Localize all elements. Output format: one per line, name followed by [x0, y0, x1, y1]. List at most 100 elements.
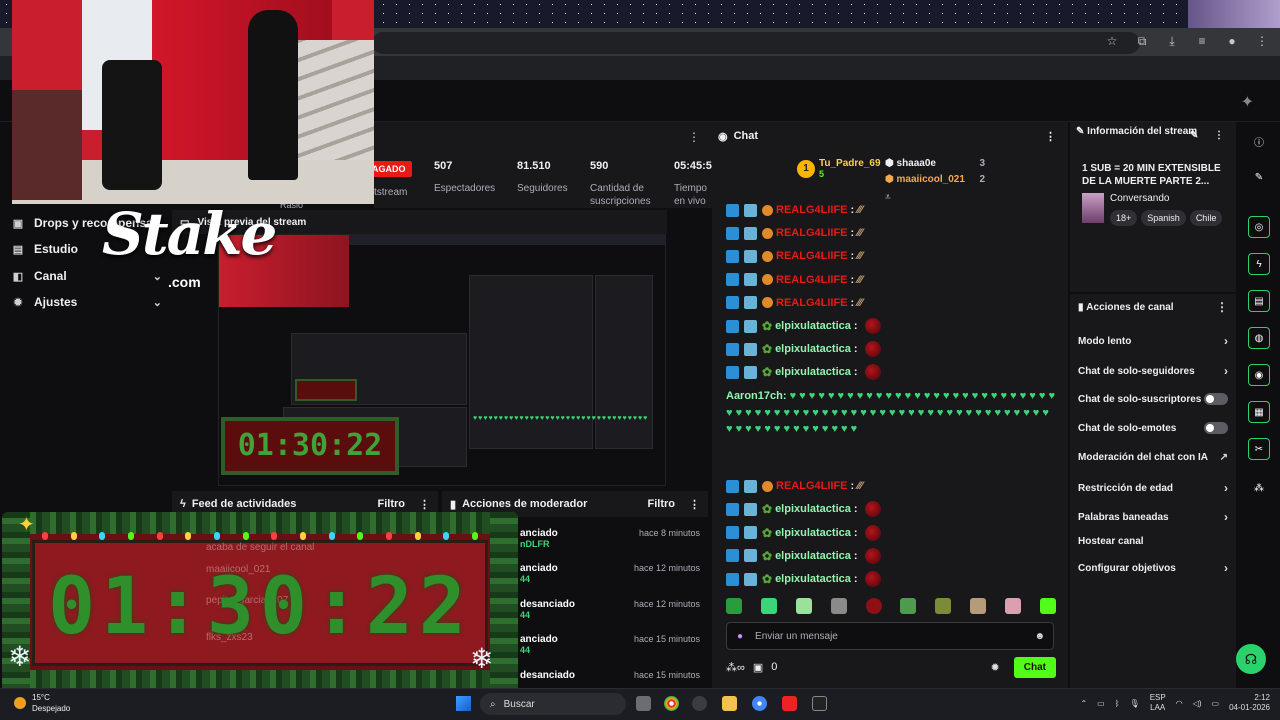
subs-only-toggle[interactable]	[1204, 393, 1228, 405]
action-banned-words[interactable]: Palabras baneadas ›	[1078, 510, 1228, 524]
emote-icon[interactable]	[900, 598, 917, 614]
chrome-profile-icon[interactable]	[752, 696, 767, 711]
leader-name[interactable]: shaaa0e	[897, 158, 936, 169]
chat-username[interactable]: elpixulatactica	[775, 366, 851, 378]
chat-send-button[interactable]: Chat	[1013, 656, 1056, 678]
chat-settings-icon[interactable]: ✹	[991, 661, 1000, 674]
extensions-icon[interactable]: ⧉	[1134, 34, 1150, 49]
tag[interactable]: Spanish	[1141, 210, 1186, 226]
taskbar-search[interactable]: ⌕ Buscar	[480, 693, 626, 715]
chat-username[interactable]: elpixulatactica	[775, 320, 851, 332]
chat-username[interactable]: elpixulatactica	[775, 343, 851, 355]
download-icon[interactable]: ⤓	[1164, 34, 1180, 49]
media-icon[interactable]: ≡	[1194, 34, 1210, 49]
mod-user[interactable]: 44	[520, 574, 700, 584]
leader-name[interactable]: Tu_Padre_69	[819, 158, 881, 169]
layout-icon[interactable]: ▦	[1248, 401, 1270, 423]
bluetooth-icon[interactable]: ᛒ	[1115, 699, 1120, 708]
more-icon[interactable]: ⋮	[1216, 300, 1228, 314]
chat-username[interactable]: REALG4LIIFE	[776, 250, 848, 262]
chat-username[interactable]: REALG4LIIFE	[776, 227, 848, 239]
mascot-icon[interactable]: ✦	[1241, 92, 1254, 112]
windows-start-icon[interactable]	[456, 696, 471, 711]
more-icon[interactable]: ⋮	[688, 130, 700, 144]
gift-icon[interactable]: ▣	[753, 661, 763, 674]
mod-user[interactable]: nDLFR	[520, 539, 700, 549]
network-icon[interactable]: ▭	[1097, 699, 1105, 708]
star-icon[interactable]: ☆	[1104, 34, 1120, 49]
emote-icon[interactable]	[970, 598, 987, 614]
camera-icon[interactable]: ◎	[1248, 216, 1270, 238]
menu-icon[interactable]: ⋮	[1254, 34, 1270, 49]
clipboard-icon[interactable]: ▤	[1248, 290, 1270, 312]
emote-icon[interactable]	[830, 598, 847, 614]
emote-icon[interactable]	[1005, 598, 1021, 614]
emote-icon[interactable]	[935, 598, 952, 614]
chat-username[interactable]: REALG4LIIFE	[776, 480, 848, 492]
stream-preview[interactable]: ♥♥♥♥♥♥♥♥♥♥♥♥♥♥♥♥♥♥♥♥♥♥♥♥♥♥♥♥♥♥♥♥♥♥ 01:30…	[218, 234, 666, 486]
nav-canal[interactable]: ◧ Canal ⌄	[12, 269, 162, 283]
points-icon[interactable]: ⁂∞	[726, 661, 745, 674]
chat-username[interactable]: Aaron17ch	[726, 390, 783, 402]
chat-bubble-icon[interactable]: ◍	[1248, 327, 1270, 349]
emote-icon[interactable]	[865, 598, 882, 614]
more-icon[interactable]: ⋮	[689, 498, 700, 511]
chat-username[interactable]: REALG4LIIFE	[776, 204, 848, 216]
emote-icon[interactable]	[760, 598, 777, 614]
mod-user[interactable]: 44	[520, 610, 700, 620]
weather-widget[interactable]: 15°C Despejado	[14, 692, 70, 714]
address-bar[interactable]	[372, 32, 1140, 54]
action-age-restriction[interactable]: Restricción de edad ›	[1078, 481, 1228, 495]
language-indicator[interactable]: ESP LAA	[1150, 693, 1166, 713]
chat-username[interactable]: elpixulatactica	[775, 503, 851, 515]
emotes-only-toggle[interactable]	[1204, 422, 1228, 434]
mod-filter-button[interactable]: Filtro	[648, 498, 676, 511]
more-icon[interactable]: ⋮	[419, 498, 430, 511]
support-button[interactable]: ☊	[1236, 644, 1266, 674]
edit-icon[interactable]: ✎	[1190, 130, 1198, 141]
youtube-icon[interactable]	[782, 696, 797, 711]
action-host-channel[interactable]: Hostear canal	[1078, 536, 1228, 547]
volume-icon[interactable]: ◁)	[1193, 699, 1202, 708]
tag[interactable]: 18+	[1110, 210, 1138, 226]
task-view-icon[interactable]	[636, 696, 651, 711]
apps-icon[interactable]: ⁂	[1248, 477, 1270, 499]
tag[interactable]: Chile	[1189, 210, 1223, 226]
info-icon[interactable]: ⓘ	[1248, 130, 1270, 152]
emote-icon[interactable]	[726, 598, 742, 614]
action-goals[interactable]: Configurar objetivos ›	[1078, 561, 1228, 575]
more-icon[interactable]: ⋮	[1214, 130, 1224, 141]
mod-user[interactable]: 44	[520, 645, 700, 655]
action-ai-moderation[interactable]: Moderación del chat con IA ↗	[1078, 452, 1228, 463]
nav-ajustes[interactable]: ✹ Ajustes ⌄	[12, 295, 162, 309]
action-followers-only[interactable]: Chat de solo-seguidores ›	[1078, 364, 1228, 378]
chevron-up-icon[interactable]: ⌃	[1080, 699, 1087, 708]
category-name[interactable]: Conversando	[1110, 193, 1222, 204]
more-icon[interactable]: ⋮	[1045, 130, 1056, 143]
profile-icon[interactable]: ●	[1224, 34, 1240, 49]
clock[interactable]: 2:12 04-01-2026	[1229, 693, 1270, 713]
chat-username[interactable]: REALG4LIIFE	[776, 297, 848, 309]
broadcast-icon[interactable]: ◉	[1248, 364, 1270, 386]
feed-filter-button[interactable]: Filtro	[378, 498, 406, 511]
microphone-icon[interactable]: ●	[737, 631, 743, 642]
chat-username[interactable]: elpixulatactica	[775, 550, 851, 562]
epic-games-icon[interactable]	[812, 696, 827, 711]
chat-username[interactable]: elpixulatactica	[775, 527, 851, 539]
chrome-icon[interactable]	[664, 696, 679, 711]
chat-input[interactable]: ● Enviar un mensaje ☻	[726, 622, 1054, 650]
lightning-icon[interactable]: ϟ	[1248, 253, 1270, 275]
battery-icon[interactable]: ▭	[1212, 699, 1220, 708]
emote-icon[interactable]	[795, 598, 812, 614]
chat-username[interactable]: REALG4LIIFE	[776, 274, 848, 286]
file-explorer-icon[interactable]	[722, 696, 737, 711]
action-slow-mode[interactable]: Modo lento ›	[1078, 334, 1228, 348]
steam-icon[interactable]	[692, 696, 707, 711]
pencil-icon[interactable]: ✎	[1248, 166, 1270, 188]
category-thumbnail[interactable]	[1082, 193, 1104, 223]
emoji-icon[interactable]: ☻	[1034, 631, 1045, 642]
emote-icon[interactable]	[1039, 598, 1056, 614]
wrench-icon[interactable]: ✂	[1248, 438, 1270, 460]
microphone-icon[interactable]: 🎙	[1130, 699, 1140, 708]
leader-name[interactable]: maaiicool_021	[897, 174, 965, 185]
